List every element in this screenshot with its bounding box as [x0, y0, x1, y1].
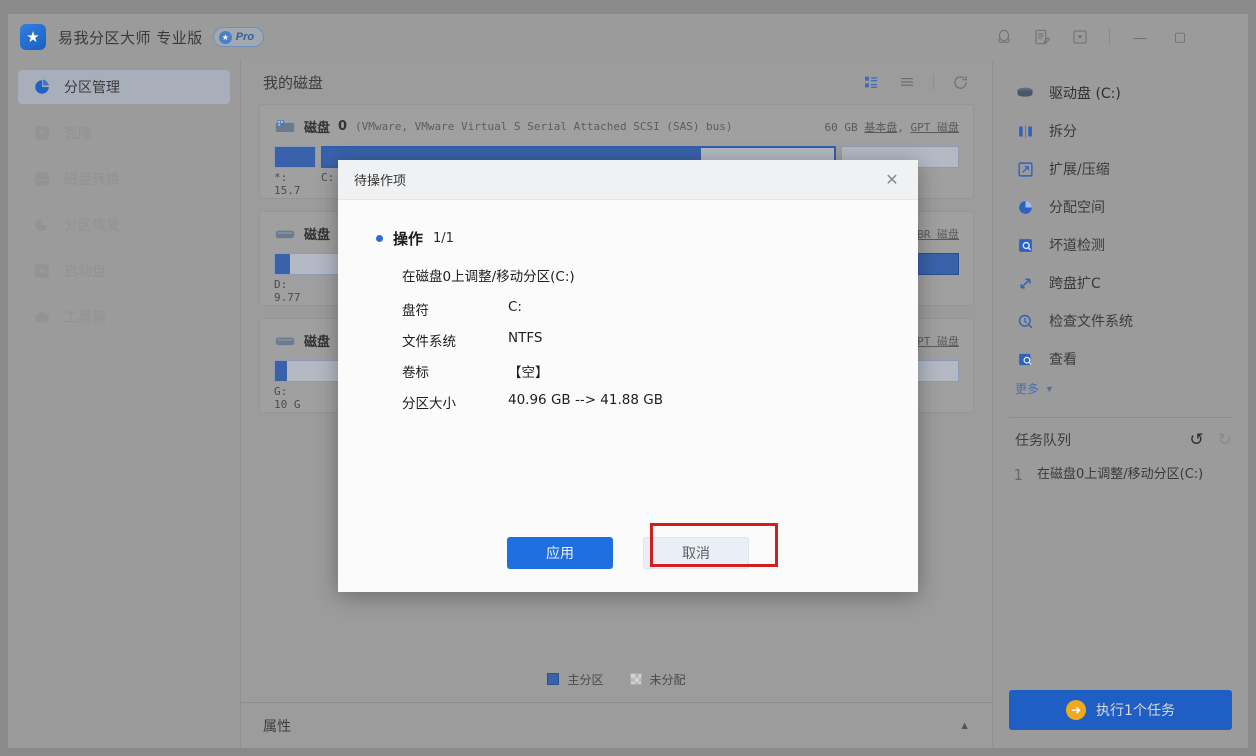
dialog-footer: 应用 取消	[338, 514, 918, 592]
detail-row-filesystem: 文件系统 NTFS	[402, 330, 918, 350]
dialog-header: 待操作项 ✕	[338, 160, 918, 200]
detail-row-drive-letter: 盘符 C:	[402, 299, 918, 319]
detail-row-partition-size: 分区大小 40.96 GB --> 41.88 GB	[402, 392, 918, 412]
detail-key: 文件系统	[402, 334, 456, 350]
dialog-body: 操作 1/1 在磁盘0上调整/移动分区(C:) 盘符 C: 文件系统 NTFS …	[338, 200, 918, 514]
detail-value: 40.96 GB --> 41.88 GB	[508, 392, 663, 408]
detail-key: 卷标	[402, 365, 429, 381]
operation-description: 在磁盘0上调整/移动分区(C:)	[402, 269, 575, 285]
operation-heading: 操作 1/1	[376, 228, 918, 249]
detail-key: 盘符	[402, 303, 429, 319]
detail-value: C:	[508, 299, 522, 315]
modal-overlay: 待操作项 ✕ 操作 1/1 在磁盘0上调整/移动分区(C:) 盘符 C: 文件系…	[0, 0, 1256, 756]
detail-row-volume-label: 卷标 【空】	[402, 361, 918, 381]
cancel-button[interactable]: 取消	[643, 537, 749, 569]
operation-title: 操作	[393, 230, 424, 248]
dialog-title: 待操作项	[354, 174, 407, 189]
apply-button[interactable]: 应用	[507, 537, 613, 569]
detail-key: 分区大小	[402, 396, 456, 412]
detail-value: 【空】	[508, 365, 549, 381]
detail-value: NTFS	[508, 330, 543, 346]
close-icon[interactable]: ✕	[880, 168, 904, 192]
bullet-dot-icon	[376, 235, 383, 242]
operation-count: 1/1	[433, 231, 454, 246]
pending-operations-dialog: 待操作项 ✕ 操作 1/1 在磁盘0上调整/移动分区(C:) 盘符 C: 文件系…	[338, 160, 918, 592]
